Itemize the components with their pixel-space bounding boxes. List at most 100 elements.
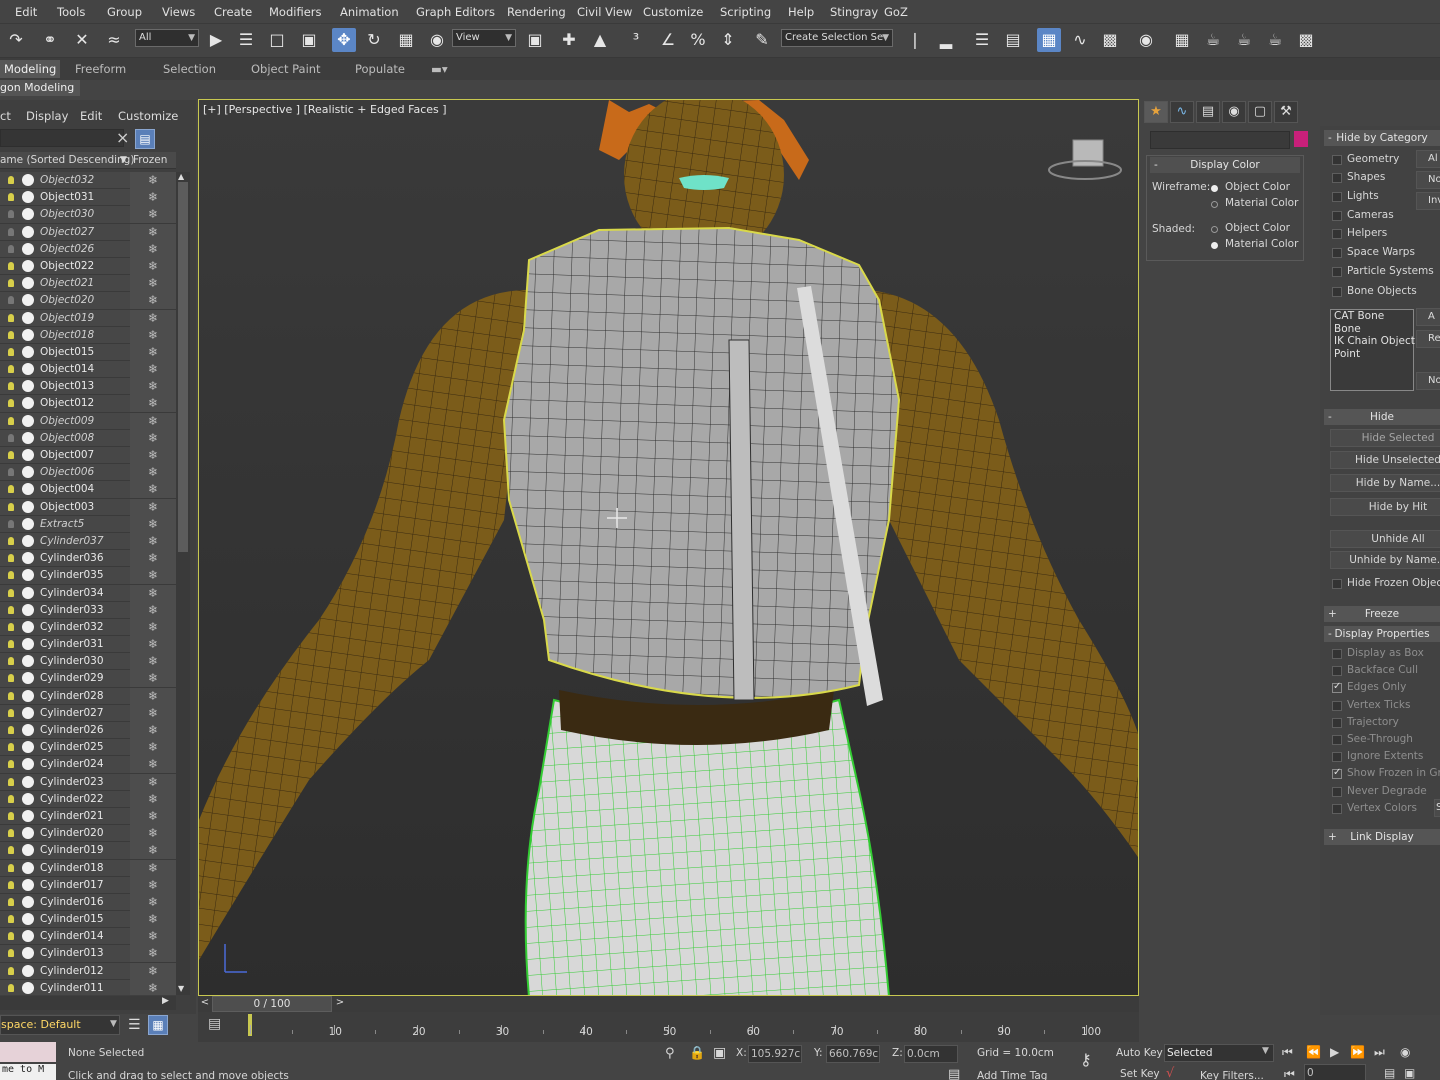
clear-search-icon[interactable]: × [116, 128, 129, 147]
category-none-button[interactable]: No [1416, 171, 1440, 189]
ribbon-panel-polygon-modeling[interactable]: gon Modeling [0, 80, 80, 96]
light-bulb-icon[interactable] [8, 932, 14, 941]
list-item[interactable]: Object019 ❄ [0, 309, 176, 327]
previous-frame-icon[interactable]: < [198, 997, 212, 1011]
list-item[interactable]: Object018 ❄ [0, 326, 176, 344]
perspective-viewport[interactable]: [+] [Perspective ] [Realistic + Edged Fa… [198, 99, 1139, 996]
modify-tab-icon[interactable]: ∿ [1170, 101, 1194, 123]
list-item[interactable]: Object014 ❄ [0, 361, 176, 379]
zoom-extents-icon[interactable]: ▣ [1404, 1066, 1415, 1080]
render-sphere-icon[interactable] [22, 809, 34, 822]
percent-snap-icon[interactable]: % [686, 28, 710, 52]
list-item[interactable]: Object026 ❄ [0, 240, 176, 258]
light-bulb-icon[interactable] [8, 915, 14, 924]
list-item[interactable]: Cylinder036 ❄ [0, 550, 176, 568]
display-property-checkbox[interactable] [1332, 717, 1342, 728]
tab-freeform[interactable]: Freeform [75, 62, 126, 76]
z-coordinate-field[interactable]: 0.0cm [904, 1045, 958, 1063]
layers-icon[interactable]: ☰ [128, 1017, 141, 1033]
menu-modifiers[interactable]: Modifiers [269, 5, 322, 19]
scene-menu-customize[interactable]: Customize [118, 109, 178, 123]
menu-views[interactable]: Views [162, 5, 195, 19]
freeze-snowflake-icon[interactable]: ❄ [130, 257, 176, 275]
menu-help[interactable]: Help [788, 5, 814, 19]
list-item[interactable]: Cylinder022 ❄ [0, 790, 176, 808]
mini-curve-editor-icon[interactable]: ▤ [208, 1016, 221, 1032]
menu-graph-editors[interactable]: Graph Editors [416, 5, 495, 19]
menu-create[interactable]: Create [214, 5, 252, 19]
render-sphere-icon[interactable] [22, 174, 34, 186]
freeze-snowflake-icon[interactable]: ❄ [130, 567, 176, 585]
render-sphere-icon[interactable] [22, 449, 34, 461]
scroll-down-icon[interactable]: ▼ [178, 984, 184, 993]
render-sphere-icon[interactable] [22, 397, 34, 410]
schematic-view-icon[interactable]: ▩ [1098, 28, 1122, 52]
light-bulb-icon[interactable] [8, 468, 14, 477]
render-sphere-icon[interactable] [22, 792, 34, 805]
column-frozen[interactable]: Frozen [133, 152, 167, 169]
display-property-checkbox[interactable] [1332, 752, 1342, 763]
render-sphere-icon[interactable] [22, 242, 34, 255]
list-item[interactable]: Cylinder033 ❄ [0, 601, 176, 619]
align-icon[interactable]: ▂ [934, 28, 958, 52]
light-bulb-icon[interactable] [8, 846, 14, 855]
freeze-snowflake-icon[interactable]: ❄ [130, 962, 176, 980]
list-item[interactable]: Cylinder032 ❄ [0, 618, 176, 637]
list-item[interactable]: Cylinder035 ❄ [0, 567, 176, 585]
render-sphere-icon[interactable] [22, 345, 34, 358]
light-bulb-icon[interactable] [8, 382, 14, 391]
freeze-snowflake-icon[interactable]: ❄ [130, 395, 176, 413]
reference-coordinate-dropdown[interactable]: View ▼ [452, 29, 516, 47]
freeze-snowflake-icon[interactable]: ❄ [130, 464, 176, 482]
render-sphere-icon[interactable] [22, 775, 34, 788]
freeze-snowflake-icon[interactable]: ❄ [130, 807, 176, 825]
list-item[interactable]: Cylinder031 ❄ [0, 636, 176, 654]
toggle-ribbon-icon[interactable]: ▤ [1001, 28, 1025, 52]
space-warps-checkbox[interactable] [1332, 248, 1342, 258]
list-item[interactable]: Cylinder016 ❄ [0, 893, 176, 912]
object-color-swatch[interactable] [1294, 131, 1308, 147]
hide-unselected-button[interactable]: Hide Unselected [1330, 451, 1440, 469]
list-item[interactable]: Object003 ❄ [0, 498, 176, 516]
list-item[interactable]: Object015 ❄ [0, 343, 176, 362]
light-bulb-icon[interactable] [8, 502, 14, 511]
track-bar[interactable]: ▤ 10 20 30 40 50 60 70 80 90 100 [198, 1012, 1139, 1042]
menu-tools[interactable]: Tools [57, 5, 85, 19]
list-item[interactable]: IK Chain Object [1331, 335, 1415, 348]
light-bulb-icon[interactable] [8, 451, 14, 459]
list-item[interactable]: Object006 ❄ [0, 464, 176, 482]
list-item[interactable]: Cylinder029 ❄ [0, 670, 176, 688]
render-sphere-icon[interactable] [22, 311, 34, 324]
render-sphere-icon[interactable] [22, 603, 34, 616]
render-sphere-icon[interactable] [22, 913, 34, 926]
shapes-checkbox[interactable] [1332, 173, 1342, 183]
light-bulb-icon[interactable] [8, 519, 14, 528]
layer-explorer-icon[interactable]: ☰ [970, 28, 994, 52]
motion-tab-icon[interactable]: ◉ [1222, 101, 1246, 123]
light-bulb-icon[interactable] [8, 811, 14, 820]
wireframe-material-color-radio[interactable] [1211, 201, 1218, 208]
snap-toggle-icon[interactable]: ³ [624, 28, 648, 52]
list-item[interactable]: Cylinder013 ❄ [0, 945, 176, 963]
freeze-snowflake-icon[interactable]: ❄ [130, 515, 176, 533]
light-bulb-icon[interactable] [8, 897, 14, 906]
light-bulb-icon[interactable] [8, 485, 14, 494]
hide-by-name-button[interactable]: Hide by Name... [1330, 474, 1440, 492]
light-bulb-icon[interactable] [8, 829, 14, 838]
light-bulb-icon[interactable] [8, 279, 14, 288]
list-item[interactable]: Object027 ❄ [0, 223, 176, 241]
list-item[interactable]: CAT Bone [1331, 310, 1413, 323]
next-frame-icon[interactable]: > [333, 997, 347, 1011]
light-bulb-icon[interactable] [8, 296, 14, 305]
freeze-snowflake-icon[interactable]: ❄ [130, 584, 176, 602]
maxscript-listener-input[interactable] [0, 1042, 56, 1062]
render-sphere-icon[interactable] [22, 208, 34, 221]
render-sphere-icon[interactable] [22, 620, 34, 633]
vertex-colors-shaded-button[interactable]: Sh [1434, 799, 1440, 817]
light-bulb-icon[interactable] [8, 210, 14, 219]
menu-civil-view[interactable]: Civil View [577, 5, 632, 19]
freeze-snowflake-icon[interactable]: ❄ [130, 412, 176, 430]
list-item[interactable]: Extract5 ❄ [0, 515, 176, 533]
link-icon[interactable]: ⚭ [38, 28, 62, 52]
freeze-snowflake-icon[interactable]: ❄ [130, 223, 176, 241]
